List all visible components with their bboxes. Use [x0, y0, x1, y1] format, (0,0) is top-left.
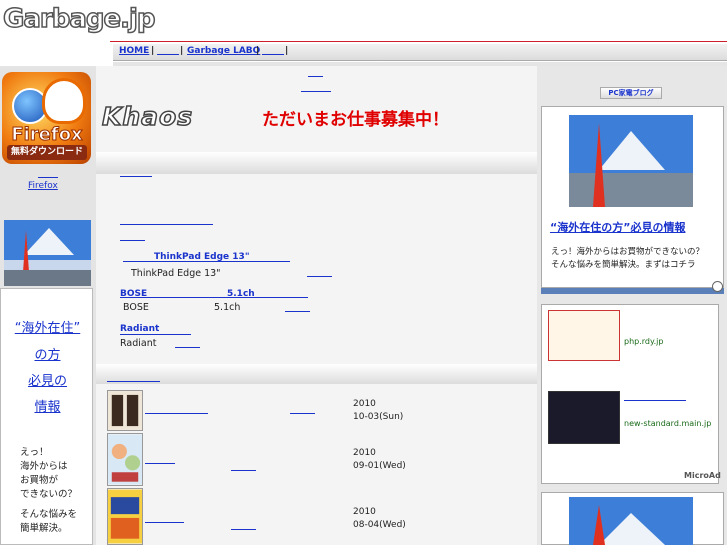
left-ad-box[interactable]: “海外在住” の方 必見の 情報 えっ！ 海外からは お買物が できないの？ そ… — [0, 288, 93, 545]
right-ad-divider — [541, 288, 724, 294]
right-ad-line: そんな悩みを簡単解決。まずはコチラ — [551, 260, 696, 270]
more-link[interactable] — [290, 405, 315, 414]
info-icon[interactable] — [712, 281, 723, 292]
item-desc: ThinkPad Edge 13" — [131, 268, 221, 279]
top-link[interactable] — [308, 68, 323, 77]
left-link[interactable] — [38, 170, 58, 178]
recruit-banner[interactable]: ただいまお仕事募集中！ — [262, 105, 449, 130]
item-year: 2010 — [353, 399, 376, 409]
firefox-link[interactable]: Firefox — [28, 181, 58, 191]
item-year: 2010 — [353, 448, 376, 458]
nav-link-4[interactable] — [262, 46, 284, 55]
section-band — [96, 364, 537, 384]
nav-separator: | — [180, 46, 184, 56]
ad-link[interactable] — [624, 392, 686, 401]
ad-domain[interactable]: new-standard.main.jp — [624, 419, 711, 428]
item-date: 09-01(Wed) — [353, 461, 406, 471]
section-link[interactable] — [107, 373, 160, 382]
item-underline — [120, 289, 308, 298]
item-link[interactable] — [145, 405, 208, 414]
more-link[interactable] — [285, 303, 310, 312]
more-link[interactable] — [307, 268, 332, 277]
item-date: 08-04(Wed) — [353, 520, 406, 530]
firefox-fox-icon — [42, 78, 86, 124]
nav-garbage-labo[interactable]: Garbage LABO — [187, 46, 260, 56]
right-ad-line: えっ！海外からはお買物ができないの？ — [551, 247, 705, 257]
left-ad-line[interactable]: 情報 — [1, 396, 94, 415]
left-ad-line[interactable]: 必見の — [1, 370, 94, 389]
item-title-suffix[interactable]: 5.1ch — [227, 289, 255, 299]
firefox-badge-subtitle: 無料ダウンロード — [7, 145, 87, 160]
tokyo-tower-image[interactable] — [4, 220, 91, 286]
left-ad-text: できないの？ — [20, 489, 78, 500]
ad-domain[interactable]: php.rdy.jp — [624, 337, 663, 346]
item-thumbnail[interactable] — [107, 488, 143, 545]
left-ad-line[interactable]: の方 — [1, 344, 94, 363]
nav-separator: | — [285, 46, 289, 56]
nav-separator: | — [151, 46, 155, 56]
ad-thumbnail[interactable] — [548, 391, 620, 444]
left-ad-text: 簡単解決。 — [20, 523, 68, 534]
more-link[interactable] — [231, 521, 256, 530]
more-link[interactable] — [175, 339, 200, 348]
firefox-badge-title: Firefox — [11, 124, 83, 146]
item-desc: BOSE — [123, 302, 149, 313]
left-ad-line[interactable]: “海外在住” — [1, 317, 94, 336]
item-title[interactable]: ThinkPad Edge 13" — [154, 252, 250, 262]
section-link[interactable] — [120, 168, 152, 177]
nav-home[interactable]: HOME — [119, 46, 149, 56]
item-year: 2010 — [353, 507, 376, 517]
item-date: 10-03(Sun) — [353, 412, 404, 422]
item-thumbnail[interactable] — [107, 390, 143, 431]
tokyo-tower-image[interactable] — [569, 497, 693, 545]
section-band — [96, 152, 537, 174]
microad-label[interactable]: MicroAd — [684, 471, 721, 480]
left-ad-text: えっ！ — [20, 447, 49, 458]
top-nav: HOME | | Garbage LABO | | — [113, 44, 727, 61]
more-link[interactable] — [231, 462, 256, 471]
left-ad-text: 海外からは — [20, 461, 68, 472]
left-ad-text: お買物が — [20, 475, 59, 486]
item-desc-suffix: 5.1ch — [214, 302, 241, 313]
item-link[interactable] — [145, 455, 175, 464]
tokyo-tower-image[interactable] — [569, 115, 693, 207]
header-divider — [110, 41, 727, 42]
khaos-logo[interactable]: Khaos — [101, 101, 193, 132]
left-ad-text: そんな悩みを — [20, 509, 78, 520]
right-ad-text: えっ！海外からはお買物ができないの？ そんな悩みを簡単解決。まずはコチラ — [551, 246, 704, 272]
more-link[interactable] — [120, 232, 145, 241]
pc-blog-badge[interactable]: PC家電ブログ — [600, 87, 662, 99]
nav-separator: | — [256, 46, 260, 56]
site-logo[interactable]: Garbage.jp — [2, 3, 156, 35]
item-title[interactable]: BOSE — [120, 289, 147, 299]
item-thumbnail[interactable] — [107, 433, 143, 486]
right-ad-title[interactable]: “海外在住の方”必見の情報 — [550, 219, 685, 235]
nav-link-2[interactable] — [157, 46, 179, 55]
item-link[interactable] — [145, 514, 184, 523]
top-link[interactable] — [301, 83, 331, 92]
ad-thumbnail[interactable] — [548, 310, 620, 361]
section-link[interactable] — [120, 216, 213, 225]
item-title[interactable]: Radiant — [120, 324, 159, 334]
item-desc: Radiant — [120, 338, 157, 349]
